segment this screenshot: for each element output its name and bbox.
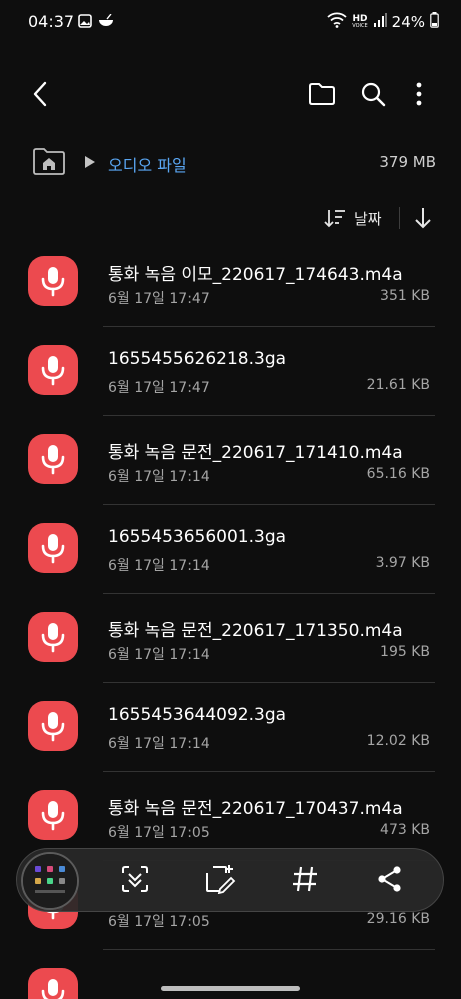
crop-edit-button[interactable] <box>202 863 238 899</box>
file-size: 65.16 KB <box>366 466 430 482</box>
file-date: 6월 17일 17:14 <box>108 558 210 574</box>
microphone-icon <box>28 523 78 573</box>
file-row[interactable]: 1655453644092.3ga 6월 17일 17:14 12.02 KB <box>0 683 461 772</box>
scan-text-icon <box>120 864 150 898</box>
file-row[interactable]: 통화 녹음 문전_220617_171410.m4a 6월 17일 17:14 … <box>0 416 461 505</box>
sort-icon[interactable] <box>324 208 346 232</box>
more-vert-icon <box>416 82 422 110</box>
status-bar: 04:37 HD VOICE 24% <box>0 0 461 44</box>
navigation-handle[interactable] <box>161 986 300 991</box>
app-bar <box>0 70 461 122</box>
file-row[interactable]: 1655455626218.3ga 6월 17일 17:47 21.61 KB <box>0 327 461 416</box>
file-date: 6월 17일 17:14 <box>108 647 210 663</box>
screenshot-toolbar <box>16 848 444 912</box>
file-name: 1655453644092.3ga <box>108 705 287 725</box>
file-size: 195 KB <box>380 644 430 660</box>
file-name: 통화 녹음 이모_220617_174643.m4a <box>108 265 403 285</box>
microphone-icon <box>28 790 78 840</box>
hashtag-icon <box>291 865 319 897</box>
status-time: 04:37 <box>28 12 75 31</box>
file-size: 3.97 KB <box>375 555 430 571</box>
file-name: 통화 녹음 문전_220617_171410.m4a <box>108 443 403 463</box>
file-row[interactable]: 통화 녹음 문전_220617_171350.m4a 6월 17일 17:14 … <box>0 594 461 683</box>
microphone-icon <box>28 612 78 662</box>
signal-icon <box>373 13 387 31</box>
search-button[interactable] <box>353 76 393 116</box>
scan-text-button[interactable] <box>117 863 153 899</box>
file-row[interactable]: 통화 녹음 이모_220617_174643.m4a 6월 17일 17:47 … <box>0 238 461 327</box>
file-date: 6월 17일 17:14 <box>108 736 210 752</box>
folder-button[interactable] <box>302 76 342 116</box>
storage-size: 379 MB <box>379 153 436 171</box>
wifi-icon <box>327 12 347 32</box>
sort-label[interactable]: 날짜 <box>354 208 382 229</box>
share-icon <box>377 865 403 897</box>
file-size: 351 KB <box>380 288 430 304</box>
more-options-button[interactable] <box>399 76 439 116</box>
home-folder-icon[interactable] <box>32 146 66 180</box>
file-name: 통화 녹음 문전_220617_170437.m4a <box>108 799 403 819</box>
file-date: 6월 17일 17:05 <box>108 914 210 930</box>
sort-bar: 날짜 <box>0 200 461 236</box>
back-arrow-icon <box>30 80 50 112</box>
file-name: 1655453656001.3ga <box>108 527 287 547</box>
share-button[interactable] <box>372 863 408 899</box>
file-name: 통화 녹음 문전_220617_171350.m4a <box>108 621 403 641</box>
file-date: 6월 17일 17:47 <box>108 380 210 396</box>
crop-edit-icon <box>204 864 236 898</box>
file-name: 1655455626218.3ga <box>108 349 287 369</box>
file-date: 6월 17일 17:47 <box>108 291 210 307</box>
battery-icon <box>430 12 439 32</box>
folder-icon <box>308 82 336 110</box>
file-size: 12.02 KB <box>366 733 430 749</box>
sort-divider <box>399 207 400 229</box>
gallery-icon <box>78 13 92 32</box>
battery-percentage: 24% <box>391 13 425 31</box>
file-row[interactable]: 1655453656001.3ga 6월 17일 17:14 3.97 KB <box>0 505 461 594</box>
microphone-icon <box>28 701 78 751</box>
bowl-icon <box>98 13 114 32</box>
microphone-icon <box>28 256 78 306</box>
back-button[interactable] <box>20 76 60 116</box>
file-date: 6월 17일 17:14 <box>108 469 210 485</box>
hashtag-button[interactable] <box>287 863 323 899</box>
file-row[interactable] <box>0 950 461 999</box>
sort-direction-icon[interactable] <box>412 206 434 234</box>
hd-voice-icon: HD VOICE <box>352 14 368 29</box>
file-size: 473 KB <box>380 822 430 838</box>
breadcrumb-current-folder[interactable]: 오디오 파일 <box>108 152 187 176</box>
search-icon <box>360 81 386 111</box>
screenshot-thumbnail[interactable] <box>21 852 79 910</box>
microphone-icon <box>28 434 78 484</box>
file-size: 29.16 KB <box>366 911 430 927</box>
breadcrumb-arrow-icon <box>84 154 96 173</box>
file-date: 6월 17일 17:05 <box>108 825 210 841</box>
breadcrumb: 오디오 파일 379 MB <box>0 140 461 184</box>
file-size: 21.61 KB <box>366 377 430 393</box>
microphone-icon <box>28 345 78 395</box>
microphone-icon <box>28 968 78 999</box>
